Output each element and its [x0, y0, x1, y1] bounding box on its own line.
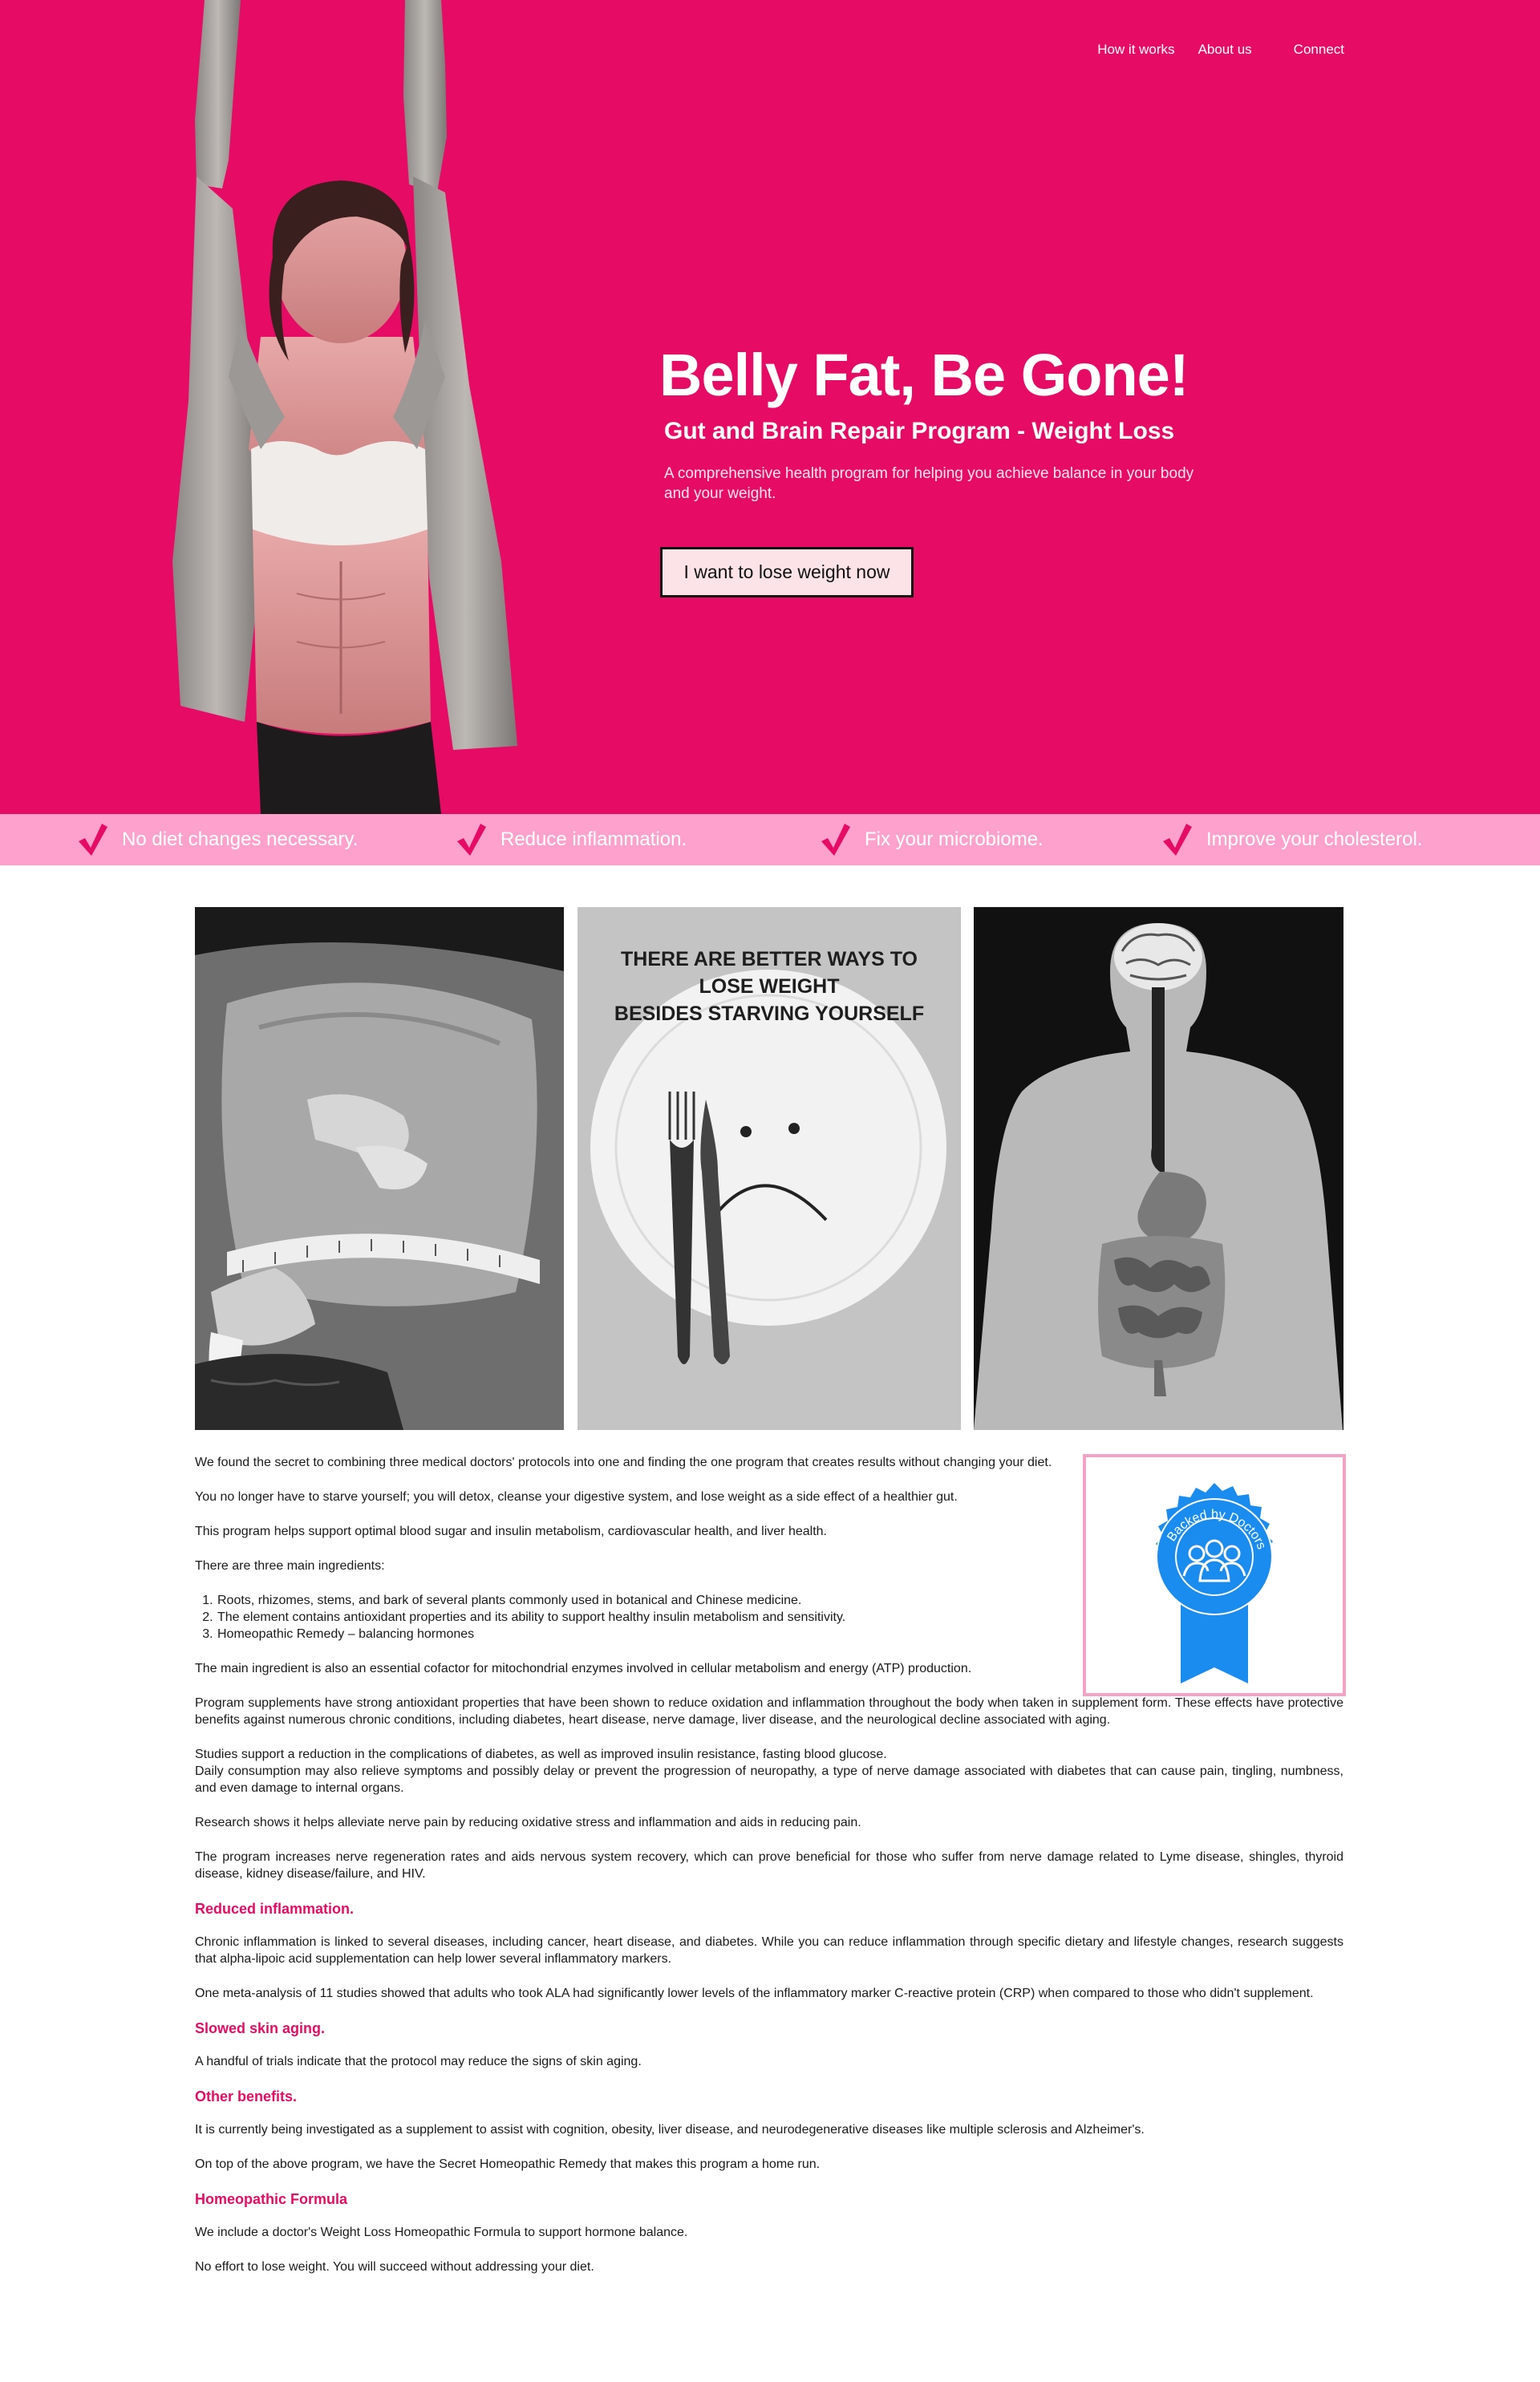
paragraph: No effort to lose weight. You will succe…	[195, 2260, 594, 2274]
paragraph: One meta-analysis of 11 studies showed t…	[195, 1987, 1314, 2000]
nav-how-it-works[interactable]: How it works	[1097, 42, 1174, 58]
hero-woman-image	[148, 0, 565, 814]
paragraph: We found the secret to combining three m…	[195, 1456, 1052, 1469]
section-heading: Reduced inflammation.	[195, 1901, 355, 1917]
checkmark-icon	[457, 824, 486, 856]
plate-caption-line: THERE ARE BETTER WAYS TO	[621, 948, 918, 970]
benefit-item: Reduce inflammation.	[456, 814, 687, 865]
nav-connect[interactable]: Connect	[1294, 42, 1344, 58]
paragraph: The main ingredient is also an essential…	[195, 1662, 972, 1675]
program-description: We found the secret to combining three m…	[195, 1454, 1343, 2293]
benefit-label: No diet changes necessary.	[122, 828, 359, 850]
sad-plate-image: THERE ARE BETTER WAYS TO LOSE WEIGHT BES…	[578, 907, 961, 1430]
benefit-label: Fix your microbiome.	[865, 828, 1044, 850]
benefit-label: Improve your cholesterol.	[1206, 828, 1423, 850]
measuring-waist-image	[195, 907, 564, 1430]
hero-subtitle: Gut and Brain Repair Program - Weight Lo…	[664, 418, 1175, 444]
section-heading: Homeopathic Formula	[195, 2191, 348, 2207]
benefit-item: No diet changes necessary.	[77, 814, 358, 865]
plate-caption: THERE ARE BETTER WAYS TO LOSE WEIGHT BES…	[578, 946, 961, 1027]
paragraph: This program helps support optimal blood…	[195, 1525, 827, 1538]
paragraph-line: Daily consumption may also relieve sympt…	[195, 1764, 1343, 1795]
paragraph: The program increases nerve regeneration…	[195, 1850, 1343, 1881]
benefit-item: Fix your microbiome.	[820, 814, 1044, 865]
paragraph: It is currently being investigated as a …	[195, 2123, 1145, 2137]
list-item: The element contains antioxidant propert…	[217, 1609, 1343, 1626]
paragraph: On top of the above program, we have the…	[195, 2157, 821, 2171]
plate-caption-line: BESIDES STARVING YOURSELF	[614, 1003, 925, 1025]
paragraph: A handful of trials indicate that the pr…	[195, 2055, 642, 2068]
benefit-label: Reduce inflammation.	[500, 828, 687, 850]
benefit-item: Improve your cholesterol.	[1161, 814, 1422, 865]
paragraph: There are three main ingredients:	[195, 1559, 385, 1573]
top-nav: How it works About us Connect	[1097, 42, 1344, 58]
paragraph: Chronic inflammation is linked to severa…	[195, 1935, 1343, 1966]
gut-brain-image	[974, 907, 1343, 1430]
hero-description: A comprehensive health program for helpi…	[664, 465, 1194, 502]
paragraph: You no longer have to starve yourself; y…	[195, 1490, 958, 1504]
list-item: Roots, rhizomes, stems, and bark of seve…	[217, 1592, 1343, 1609]
benefits-strip: No diet changes necessary. Reduce inflam…	[0, 814, 1540, 865]
plate-caption-line: LOSE WEIGHT	[699, 975, 840, 998]
lose-weight-button[interactable]: I want to lose weight now	[660, 547, 914, 598]
paragraph-line: Studies support a reduction in the compl…	[195, 1748, 887, 1761]
paragraph: We include a doctor's Weight Loss Homeop…	[195, 2226, 688, 2239]
section-heading: Slowed skin aging.	[195, 2020, 326, 2036]
list-item: Homeopathic Remedy – balancing hormones	[217, 1626, 1343, 1643]
checkmark-icon	[821, 824, 850, 856]
paragraph: Studies support a reduction in the compl…	[195, 1746, 1343, 1797]
checkmark-icon	[1163, 824, 1192, 856]
ingredients-list: Roots, rhizomes, stems, and bark of seve…	[217, 1592, 1343, 1643]
nav-about-us[interactable]: About us	[1198, 42, 1252, 58]
hero-title: Belly Fat, Be Gone!	[659, 342, 1189, 408]
section-heading: Other benefits.	[195, 2088, 298, 2105]
paragraph: Research shows it helps alleviate nerve …	[195, 1816, 861, 1829]
hero-section: How it works About us Connect Belly Fat,…	[0, 0, 1540, 814]
checkmark-icon	[79, 824, 107, 856]
paragraph: Program supplements have strong antioxid…	[195, 1696, 1343, 1727]
